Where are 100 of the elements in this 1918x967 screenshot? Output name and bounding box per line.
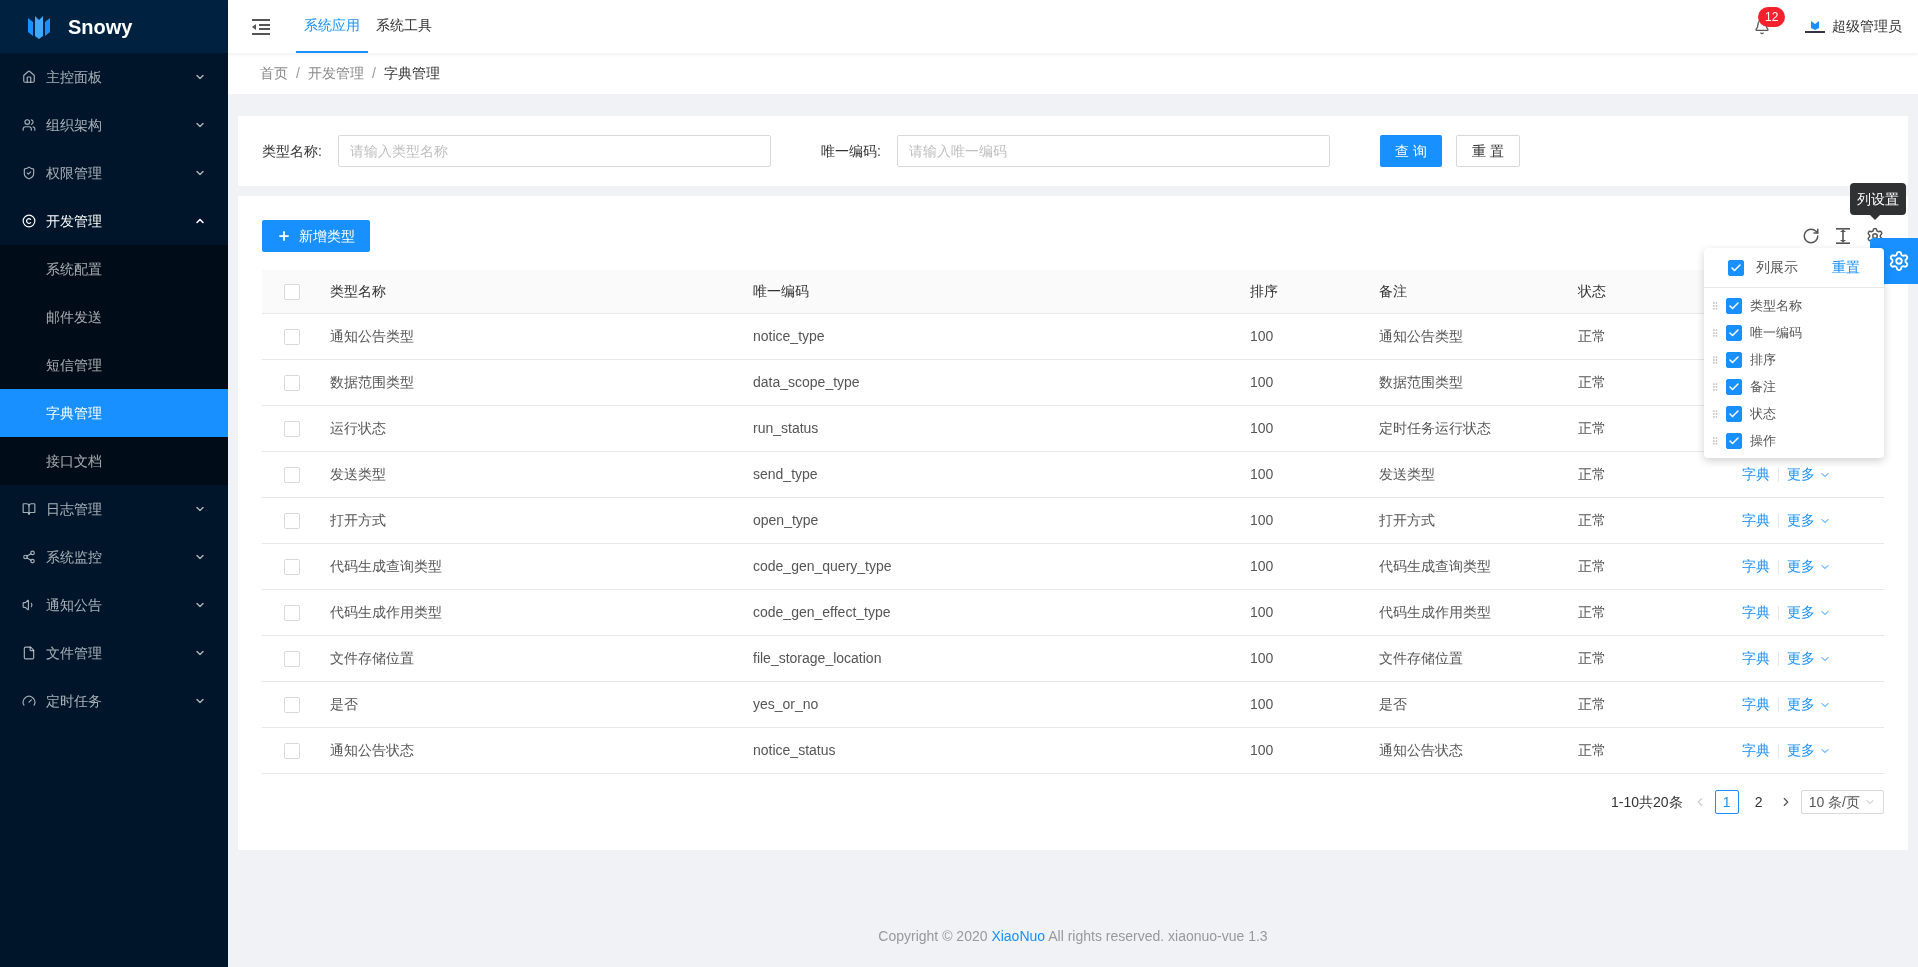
drag-handle-icon[interactable] <box>1710 407 1720 420</box>
field-label: 类型名称: <box>262 141 322 161</box>
more-dropdown[interactable]: 更多 <box>1787 556 1831 577</box>
menu-item[interactable]: 日志管理 <box>0 485 228 533</box>
table-cell-text: notice_type <box>752 327 825 346</box>
total-count: 1-10共20条 <box>1611 792 1683 812</box>
table-cell-text: 发送类型 <box>329 465 386 484</box>
table-cell-text: 正常 <box>1577 557 1606 576</box>
row-checkbox[interactable] <box>284 742 300 759</box>
breadcrumb-item[interactable]: 开发管理 <box>307 63 364 84</box>
reset-link[interactable]: 重置 <box>1832 257 1860 278</box>
row-checkbox[interactable] <box>284 420 300 437</box>
more-dropdown[interactable]: 更多 <box>1787 694 1831 715</box>
column-height-icon[interactable] <box>1834 227 1852 245</box>
table-cell-text: 正常 <box>1577 511 1606 530</box>
table-cell-text: 正常 <box>1577 465 1606 484</box>
row-checkbox[interactable] <box>284 512 300 529</box>
table-cell-text: 100 <box>1249 695 1274 714</box>
drag-handle-icon[interactable] <box>1710 299 1720 312</box>
row-checkbox[interactable] <box>284 466 300 483</box>
dictionary-link[interactable]: 字典 <box>1742 648 1770 669</box>
drag-handle-icon[interactable] <box>1710 326 1720 339</box>
submenu-item[interactable]: 系统配置 <box>0 245 228 293</box>
table-cell-text: code_gen_query_type <box>752 557 892 576</box>
check-icon <box>1728 407 1740 420</box>
check-icon <box>1728 434 1740 447</box>
more-dropdown[interactable]: 更多 <box>1787 740 1831 761</box>
page-number[interactable]: 1 <box>1714 790 1739 814</box>
more-dropdown[interactable]: 更多 <box>1787 602 1831 623</box>
menu-item[interactable]: 组织架构 <box>0 101 228 149</box>
dictionary-link[interactable]: 字典 <box>1742 556 1770 577</box>
column-settings-tooltip: 列设置 <box>1850 183 1906 215</box>
submenu-item[interactable]: 邮件发送 <box>0 293 228 341</box>
more-dropdown[interactable]: 更多 <box>1787 648 1831 669</box>
more-dropdown[interactable]: 更多 <box>1787 510 1831 531</box>
menu-item[interactable]: 通知公告 <box>0 581 228 629</box>
table-cell-text: file_storage_location <box>752 649 882 668</box>
select-all-checkbox[interactable] <box>284 283 300 300</box>
menu-item[interactable]: 权限管理 <box>0 149 228 197</box>
dictionary-link[interactable]: 字典 <box>1742 602 1770 623</box>
checkbox[interactable] <box>1726 351 1742 368</box>
table-cell-text: 文件存储位置 <box>329 649 414 668</box>
row-checkbox[interactable] <box>284 328 300 345</box>
table-cell-text: 正常 <box>1577 603 1606 622</box>
dictionary-link[interactable]: 字典 <box>1742 510 1770 531</box>
table-cell-text: 100 <box>1249 603 1274 622</box>
row-checkbox[interactable] <box>284 696 300 713</box>
refresh-icon[interactable] <box>1802 227 1820 245</box>
check-icon <box>1730 261 1742 274</box>
drag-handle-icon[interactable] <box>1710 434 1720 447</box>
query-button[interactable]: 查 询 <box>1379 135 1442 167</box>
table-cell-text: 数据范围类型 <box>1378 373 1463 392</box>
table-cell-text: run_status <box>752 419 819 438</box>
checkbox[interactable] <box>1726 378 1742 395</box>
checkbox[interactable] <box>1726 405 1742 422</box>
reset-button[interactable]: 重 置 <box>1455 135 1520 167</box>
table-cell-text: 100 <box>1249 419 1274 438</box>
checkbox[interactable] <box>1726 297 1742 314</box>
menu-item[interactable]: 系统监控 <box>0 533 228 581</box>
submenu-item[interactable]: 字典管理 <box>0 389 228 437</box>
menu-item[interactable]: 开发管理 <box>0 197 228 245</box>
more-dropdown[interactable]: 更多 <box>1787 464 1831 485</box>
submenu-item[interactable]: 接口文档 <box>0 437 228 485</box>
menu-item[interactable]: 文件管理 <box>0 629 228 677</box>
add-type-button[interactable]: 新增类型 <box>262 220 370 252</box>
menu-item[interactable]: 主控面板 <box>0 53 228 101</box>
checkbox[interactable] <box>1726 432 1742 449</box>
row-checkbox[interactable] <box>284 374 300 391</box>
table-cell-text: 定时任务运行状态 <box>1378 419 1491 438</box>
menu-fold-icon[interactable] <box>252 18 270 35</box>
column-header: 唯一编码 <box>752 282 809 301</box>
table-cell-text: 正常 <box>1577 741 1606 760</box>
menu-item[interactable]: 定时任务 <box>0 677 228 725</box>
row-checkbox[interactable] <box>284 650 300 667</box>
table-cell-text: 文件存储位置 <box>1378 649 1463 668</box>
submenu-item[interactable]: 短信管理 <box>0 341 228 389</box>
header-tab[interactable]: 系统工具 <box>368 0 440 53</box>
table-cell-text: 是否 <box>1378 695 1407 714</box>
avatar[interactable] <box>1804 19 1826 34</box>
table-cell-text: 100 <box>1249 649 1274 668</box>
dictionary-link[interactable]: 字典 <box>1742 464 1770 485</box>
dictionary-link[interactable]: 字典 <box>1742 694 1770 715</box>
xiaonuo-link[interactable]: XiaoNuo <box>991 928 1046 944</box>
row-checkbox[interactable] <box>284 558 300 575</box>
table-cell-text: notice_status <box>752 741 836 760</box>
search-field[interactable]: 请输入类型名称 <box>337 135 771 167</box>
user-name[interactable]: 超级管理员 <box>1832 16 1902 37</box>
column-header: 备注 <box>1378 282 1407 301</box>
checkbox[interactable] <box>1726 324 1742 341</box>
breadcrumb-item[interactable]: 首页 <box>260 63 288 84</box>
drag-handle-icon[interactable] <box>1710 353 1720 366</box>
page-number[interactable]: 2 <box>1746 790 1771 814</box>
table-cell-text: yes_or_no <box>752 695 819 714</box>
dictionary-link[interactable]: 字典 <box>1742 740 1770 761</box>
row-checkbox[interactable] <box>284 604 300 621</box>
checkbox[interactable] <box>1728 259 1744 276</box>
table-cell-text: 通知公告类型 <box>1378 327 1463 346</box>
drag-handle-icon[interactable] <box>1710 380 1720 393</box>
page-size-select[interactable]: 10 条/页 <box>1800 790 1884 814</box>
search-field[interactable]: 请输入唯一编码 <box>896 135 1330 167</box>
